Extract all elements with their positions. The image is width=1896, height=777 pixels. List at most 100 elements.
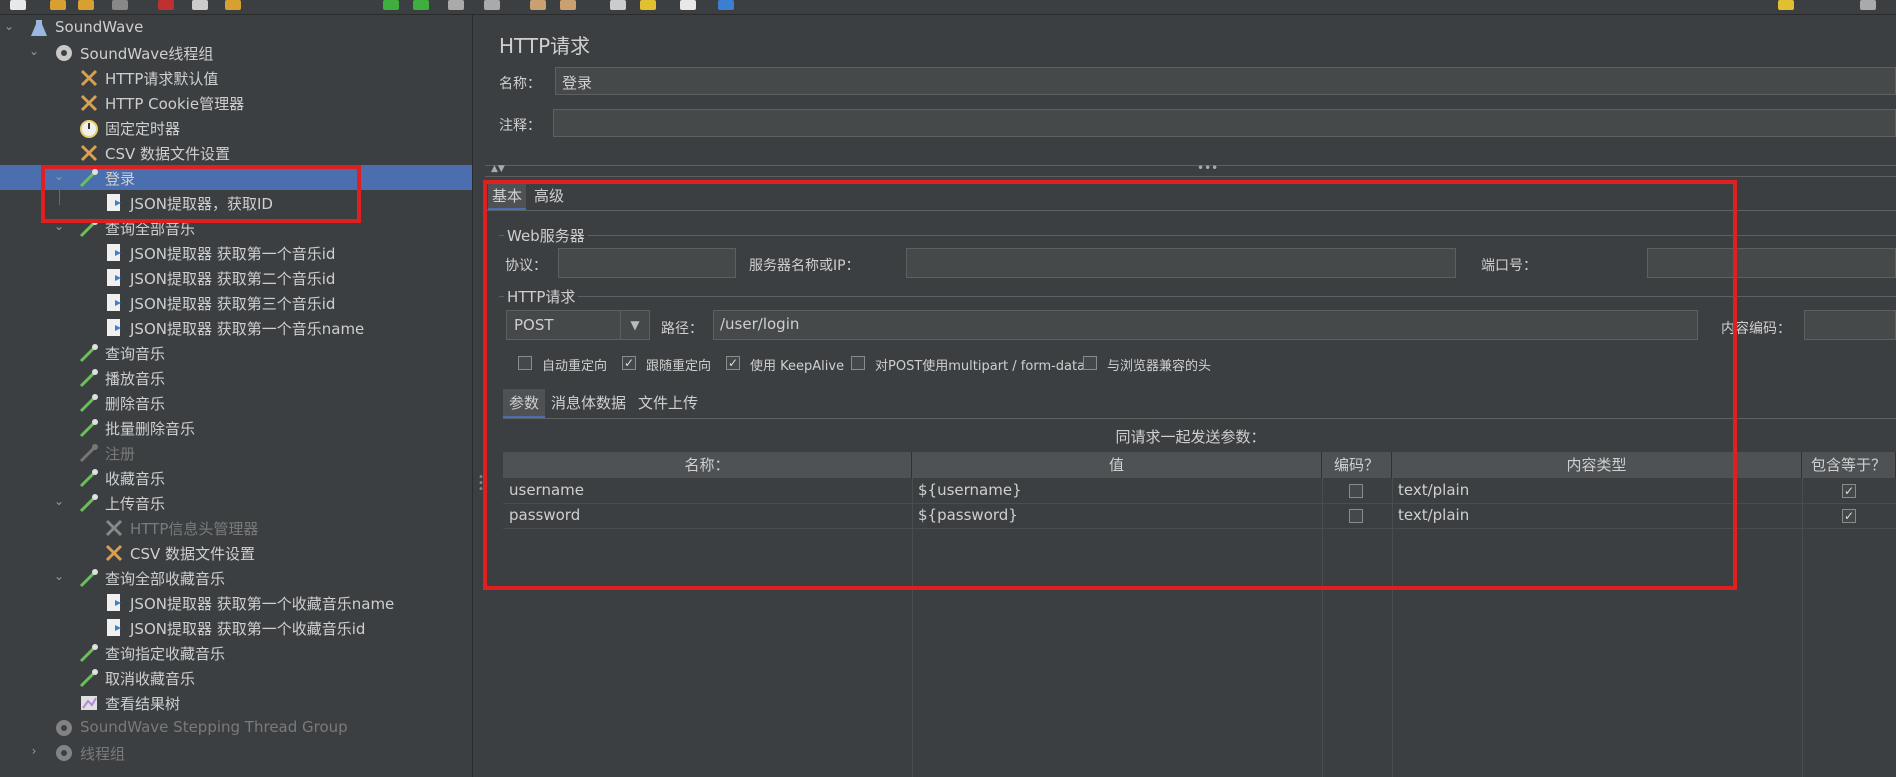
table-row-value[interactable]: ${username} (912, 478, 1322, 503)
protocol-field[interactable] (558, 248, 736, 278)
paste-icon[interactable] (225, 0, 241, 10)
tree-item[interactable]: 注册 (0, 440, 472, 465)
divider-grip-icon[interactable]: ••• (1197, 161, 1218, 175)
tree-item[interactable]: CSV 数据文件设置 (0, 540, 472, 565)
table-row-name[interactable]: username (503, 478, 912, 503)
multipart-checkbox[interactable] (851, 356, 865, 370)
column-header-name[interactable]: 名称： (503, 452, 912, 478)
cut-icon[interactable] (158, 0, 174, 10)
stop-icon[interactable] (448, 0, 464, 10)
tab-parameters[interactable]: 参数 (503, 389, 546, 418)
tree-item[interactable]: 查看结果树 (0, 690, 472, 715)
panel-splitter[interactable]: • • • (472, 15, 486, 777)
expand-arrow-icon[interactable]: ⌄ (52, 494, 66, 508)
follow-redirect-checkbox[interactable]: ✓ (622, 356, 636, 370)
tree-item[interactable]: JSON提取器 获取第一个收藏音乐id (0, 615, 472, 640)
tree-item[interactable]: HTTP Cookie管理器 (0, 90, 472, 115)
tree-item[interactable]: › 线程组 (0, 740, 472, 765)
encoding-field[interactable] (1804, 310, 1896, 340)
tree-item[interactable]: CSV 数据文件设置 (0, 140, 472, 165)
server-field[interactable] (906, 248, 1456, 278)
tree-item-label: CSV 数据文件设置 (130, 545, 256, 563)
include-equals-checkbox[interactable]: ✓ (1842, 509, 1856, 523)
name-field[interactable]: 登录 (555, 67, 1896, 95)
tree-item[interactable]: 固定定时器 (0, 115, 472, 140)
path-field[interactable]: /user/login (713, 310, 1698, 340)
table-row-name[interactable]: password (503, 503, 912, 528)
column-header-include-equals[interactable]: 包含等于？ (1802, 452, 1896, 478)
tree-item[interactable]: JSON提取器 获取第一个音乐name (0, 315, 472, 340)
templates-icon[interactable] (50, 0, 66, 10)
tree-item[interactable]: 取消收藏音乐 (0, 665, 472, 690)
tree-item[interactable]: SoundWave Stepping Thread Group (0, 715, 472, 740)
tree-item[interactable]: JSON提取器 获取第一个收藏音乐name (0, 590, 472, 615)
tab-underline (485, 210, 1896, 211)
collapsed-arrow-icon[interactable]: › (27, 744, 41, 758)
open-icon[interactable] (78, 0, 94, 10)
start-icon[interactable] (383, 0, 399, 10)
auto-redirect-checkbox[interactable] (518, 356, 532, 370)
tree-item[interactable]: ⌄ SoundWave (0, 15, 472, 40)
start-no-pause-icon[interactable] (413, 0, 429, 10)
tree-item[interactable]: JSON提取器 获取第一个音乐id (0, 240, 472, 265)
new-icon[interactable] (10, 0, 26, 10)
tab-advanced[interactable]: 高级 (530, 183, 568, 208)
tab-body-data[interactable]: 消息体数据 (545, 389, 632, 416)
tree-item[interactable]: 查询指定收藏音乐 (0, 640, 472, 665)
encode-checkbox[interactable] (1349, 509, 1363, 523)
expand-arrow-icon[interactable]: ⌄ (52, 569, 66, 583)
tree-item[interactable]: ⌄ 上传音乐 (0, 490, 472, 515)
tree-item-label: HTTP信息头管理器 (130, 520, 259, 538)
settings-icon[interactable] (1860, 0, 1876, 10)
expand-arrow-icon[interactable]: ⌄ (52, 219, 66, 233)
method-select[interactable]: POST ▼ (506, 310, 650, 340)
tree-item[interactable]: ⌄ 查询全部音乐 (0, 215, 472, 240)
shutdown-icon[interactable] (484, 0, 500, 10)
browser-headers-checkbox[interactable] (1083, 356, 1097, 370)
save-icon[interactable] (112, 0, 128, 10)
expand-arrow-icon[interactable]: ⌄ (2, 19, 16, 33)
copy-icon[interactable] (192, 0, 208, 10)
column-header-content-type[interactable]: 内容类型 (1392, 452, 1802, 478)
table-row-value[interactable]: ${password} (912, 503, 1322, 528)
tree-item[interactable]: ⌄ 查询全部收藏音乐 (0, 565, 472, 590)
tree-item[interactable]: JSON提取器 获取第二个音乐id (0, 265, 472, 290)
tree-item[interactable]: ⌄ SoundWave线程组 (0, 40, 472, 65)
split-divider[interactable]: ▲▼ ••• (485, 161, 1896, 177)
column-header-encode[interactable]: 编码？ (1322, 452, 1392, 478)
tree-item[interactable]: JSON提取器 获取第三个音乐id (0, 290, 472, 315)
tree-item[interactable]: ⌄ 登录 (0, 165, 472, 190)
tree-item[interactable]: HTTP信息头管理器 (0, 515, 472, 540)
comment-field[interactable] (553, 109, 1896, 137)
help-icon[interactable] (718, 0, 734, 10)
collapse-arrows-icon[interactable]: ▲▼ (491, 164, 505, 174)
params-table[interactable]: 名称： 值 编码？ 内容类型 包含等于？ username ${username… (503, 452, 1896, 777)
tree-item[interactable]: 播放音乐 (0, 365, 472, 390)
tree-item[interactable]: JSON提取器，获取ID (0, 190, 472, 215)
tree-item[interactable]: 收藏音乐 (0, 465, 472, 490)
tree-item-label: 登录 (105, 170, 136, 188)
chevron-down-icon[interactable]: ▼ (620, 311, 649, 339)
test-plan-tree[interactable]: ⌄ SoundWave ⌄ SoundWave线程组 HTTP请求默认值 HTTP Coo… (0, 15, 472, 777)
reset-search-icon[interactable] (640, 0, 656, 10)
clear-icon[interactable] (530, 0, 546, 10)
function-helper-icon[interactable] (680, 0, 696, 10)
tab-file-upload[interactable]: 文件上传 (632, 389, 704, 416)
expand-arrow-icon[interactable]: ⌄ (52, 169, 66, 183)
encode-checkbox[interactable] (1349, 484, 1363, 498)
tree-item[interactable]: 删除音乐 (0, 390, 472, 415)
port-field[interactable] (1647, 248, 1896, 278)
keepalive-label: 使用 KeepAlive (750, 359, 845, 374)
tree-item[interactable]: 批量删除音乐 (0, 415, 472, 440)
column-header-value[interactable]: 值 (912, 452, 1322, 478)
table-row-content-type[interactable]: text/plain (1392, 478, 1802, 503)
tree-item[interactable]: HTTP请求默认值 (0, 65, 472, 90)
expand-arrow-icon[interactable]: ⌄ (27, 44, 41, 58)
keepalive-checkbox[interactable]: ✓ (726, 356, 740, 370)
table-row-content-type[interactable]: text/plain (1392, 503, 1802, 528)
include-equals-checkbox[interactable]: ✓ (1842, 484, 1856, 498)
search-icon[interactable] (610, 0, 626, 10)
tab-basic[interactable]: 基本 (488, 183, 527, 210)
clear-all-icon[interactable] (560, 0, 576, 10)
tree-item[interactable]: 查询音乐 (0, 340, 472, 365)
